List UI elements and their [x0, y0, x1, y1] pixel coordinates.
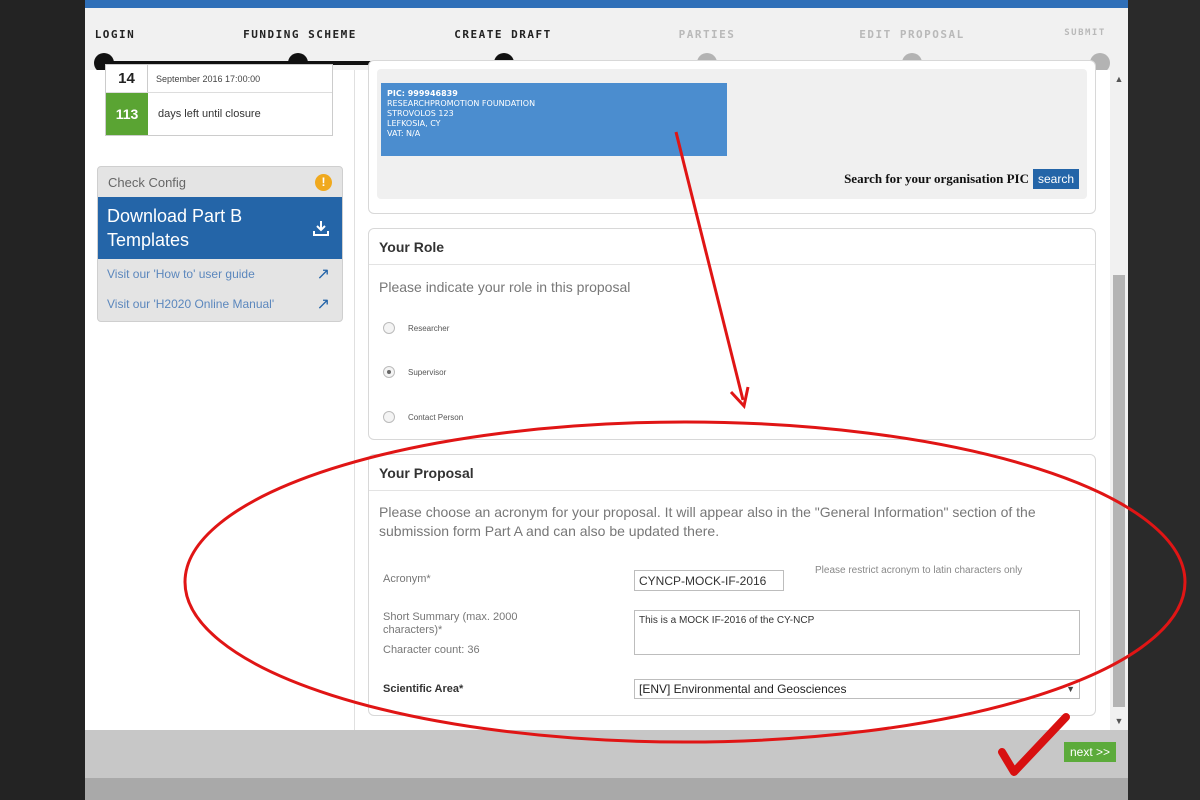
deadline-datetime: September 2016 17:00:00: [156, 73, 261, 84]
radio-researcher[interactable]: [383, 322, 395, 334]
tools-panel: Check Config ! Download Part B Templates…: [97, 166, 343, 322]
role-option-label: Researcher: [408, 323, 450, 333]
organisation-card: PIC: 999946839 RESEARCHPROMOTION FOUNDAT…: [368, 60, 1096, 214]
check-config-button[interactable]: Check Config !: [98, 167, 342, 197]
org-pic: PIC: 999946839: [387, 89, 458, 98]
organisation-panel: PIC: 999946839 RESEARCHPROMOTION FOUNDAT…: [377, 69, 1087, 199]
days-left-badge: 113: [106, 93, 148, 135]
left-background: [0, 0, 85, 800]
external-link-icon: ↗: [316, 296, 330, 313]
online-manual-label: Visit our 'H2020 Online Manual': [107, 297, 275, 311]
scrollbar[interactable]: ▲ ▼: [1110, 70, 1128, 730]
external-link-icon: ↗: [316, 266, 330, 283]
scientific-area-label: Scientific Area*: [383, 683, 464, 695]
selected-organisation[interactable]: PIC: 999946839 RESEARCHPROMOTION FOUNDAT…: [381, 83, 727, 156]
search-button[interactable]: search: [1032, 169, 1079, 189]
scroll-up-arrow-icon[interactable]: ▲: [1110, 74, 1128, 84]
check-config-label: Check Config: [108, 174, 187, 190]
scientific-area-select[interactable]: [ENV] Environmental and Geosciences ▼: [634, 679, 1080, 699]
proposal-description: Please choose an acronym for your propos…: [379, 504, 1036, 539]
days-left-text: days left until closure: [158, 108, 261, 120]
proposal-card: Your Proposal Please choose an acronym f…: [368, 454, 1096, 716]
org-name: RESEARCHPROMOTION FOUNDATION: [387, 99, 536, 108]
submission-wizard: LOGIN FUNDING SCHEME CREATE DRAFT PARTIE…: [85, 0, 1128, 800]
step-edit-proposal-label: EDIT PROPOSAL: [859, 28, 965, 41]
chevron-down-icon: ▼: [1066, 684, 1075, 694]
download-templates-button[interactable]: Download Part B Templates: [98, 197, 342, 259]
radio-supervisor[interactable]: [383, 366, 395, 378]
acronym-label: Acronym*: [383, 573, 431, 585]
column-divider: [354, 70, 355, 730]
howto-guide-label: Visit our 'How to' user guide: [107, 267, 255, 281]
acronym-hint: Please restrict acronym to latin charact…: [815, 565, 1023, 576]
role-option-researcher[interactable]: Researcher: [383, 322, 449, 334]
content-column: PIC: 999946839 RESEARCHPROMOTION FOUNDAT…: [368, 60, 1096, 730]
role-card: Your Role Please indicate your role in t…: [368, 228, 1096, 440]
scientific-area-value: [ENV] Environmental and Geosciences: [639, 682, 847, 696]
step-create-draft-label: CREATE DRAFT: [454, 28, 552, 41]
main-area: 14 September 2016 17:00:00 113 days left…: [85, 60, 1128, 730]
role-option-label: Contact Person: [408, 412, 464, 422]
radio-contact-person[interactable]: [383, 411, 395, 423]
howto-guide-link[interactable]: Visit our 'How to' user guide ↗: [98, 259, 342, 289]
right-background: [1128, 0, 1200, 800]
acronym-input[interactable]: [634, 570, 784, 591]
role-title: Your Role: [369, 229, 1095, 265]
proposal-title: Your Proposal: [369, 455, 1095, 491]
pic-search-row: Search for your organisation PIC search: [844, 169, 1079, 189]
role-option-supervisor[interactable]: Supervisor: [383, 366, 446, 378]
step-parties-label: PARTIES: [678, 28, 736, 41]
online-manual-link[interactable]: Visit our 'H2020 Online Manual' ↗: [98, 289, 342, 319]
summary-textarea[interactable]: This is a MOCK IF-2016 of the CY-NCP: [634, 610, 1080, 655]
step-funding-scheme-label: FUNDING SCHEME: [243, 28, 357, 41]
character-count: Character count: 36: [383, 644, 480, 656]
bottom-action-bar: next >>: [85, 730, 1128, 778]
deadline-box: 14 September 2016 17:00:00 113 days left…: [105, 64, 333, 136]
role-option-contact-person[interactable]: Contact Person: [383, 411, 463, 423]
next-button[interactable]: next >>: [1063, 742, 1116, 762]
deadline-day: 14: [106, 65, 148, 92]
download-templates-label: Download Part B Templates: [107, 206, 243, 250]
role-option-label: Supervisor: [408, 367, 447, 377]
pic-search-prompt: Search for your organisation PIC: [844, 171, 1029, 186]
scroll-thumb[interactable]: [1113, 275, 1125, 707]
role-prompt: Please indicate your role in this propos…: [379, 279, 631, 295]
scroll-down-arrow-icon[interactable]: ▼: [1110, 716, 1128, 726]
org-street: STROVOLOS 123: [387, 109, 454, 118]
step-login-label: LOGIN: [94, 28, 136, 41]
org-vat: VAT: N/A: [387, 129, 421, 138]
step-submit-label: SUBMIT: [1064, 28, 1106, 38]
org-city: LEFKOSIA, CY: [387, 119, 441, 128]
top-stripe: [85, 0, 1128, 8]
summary-label: Short Summary (max. 2000 characters)*: [383, 611, 518, 636]
warning-icon: !: [315, 173, 332, 191]
footer: [85, 778, 1128, 800]
download-icon: [313, 221, 329, 236]
